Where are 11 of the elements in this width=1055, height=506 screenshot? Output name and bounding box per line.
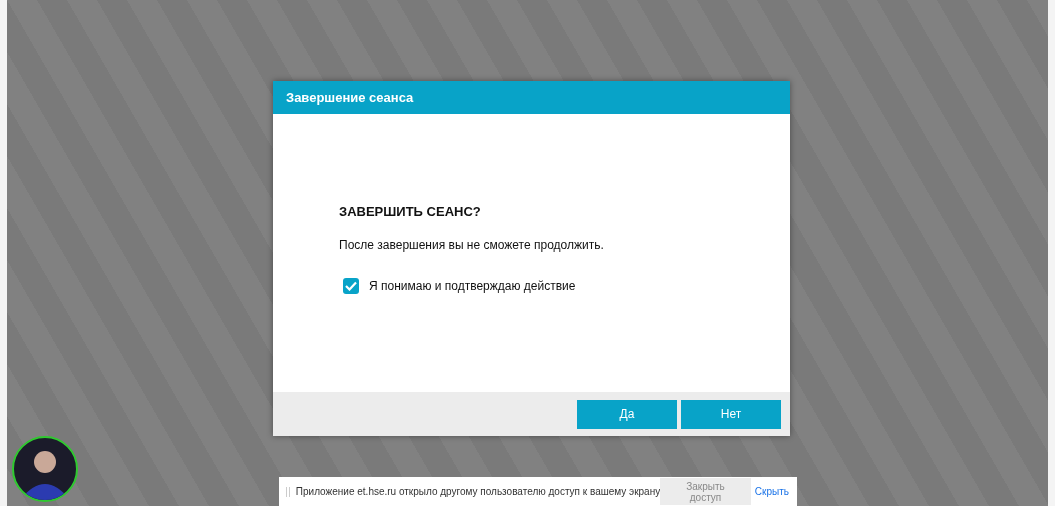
drag-handle-icon[interactable] [286,486,290,497]
dialog-message: После завершения вы не сможете продолжить. [339,238,605,252]
checkbox-label: Я понимаю и подтверждаю действие [369,279,576,293]
share-message: Приложение et.hse.ru открыло другому пользователю доступ к вашему экрану [295,486,661,497]
stop-sharing-button[interactable]: Закрыть доступ [660,478,751,505]
hide-link[interactable]: Скрыть [754,486,789,497]
dialog-button[interactable]: Нет [681,399,781,429]
dialog-title: Завершение сеанса [273,81,790,114]
checkbox[interactable] [343,278,359,294]
dialog-button[interactable]: Да [577,399,677,429]
dialog-heading: ЗАВЕРШИТЬ СЕАНС? [339,204,482,219]
